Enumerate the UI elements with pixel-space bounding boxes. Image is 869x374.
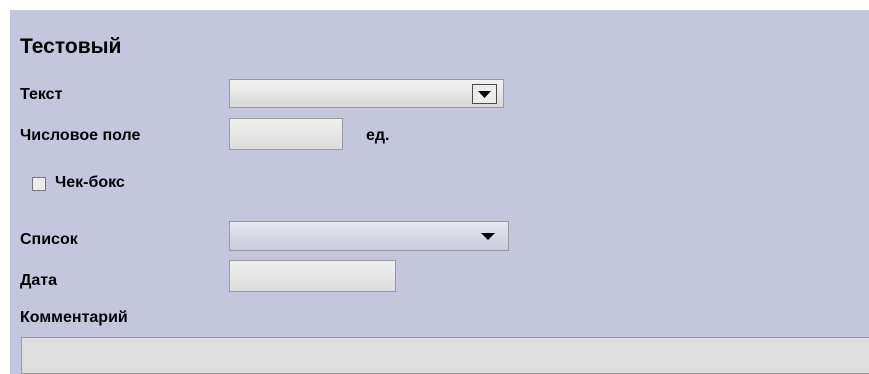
comment-textarea[interactable] [21,337,869,374]
number-input[interactable] [229,118,343,150]
chevron-down-icon [478,91,491,98]
list-dropdown[interactable] [229,221,509,251]
checkbox-icon[interactable] [32,177,46,191]
number-label: Числовое поле [20,127,141,144]
text-dropdown-button[interactable] [472,84,497,104]
text-label: Текст [20,86,63,103]
date-input[interactable] [229,260,396,292]
test-form-panel: Тестовый Текст Числовое поле ед. Чек-бок… [10,10,869,374]
list-label: Список [20,231,78,248]
date-label: Дата [20,272,58,289]
comment-label: Комментарий [20,309,128,326]
number-unit: ед. [366,127,390,144]
list-dropdown-button[interactable] [478,230,498,244]
form-title: Тестовый [20,35,122,58]
chevron-down-icon [481,233,495,240]
text-dropdown[interactable] [229,79,504,108]
checkbox-label[interactable]: Чек-бокс [55,175,125,191]
